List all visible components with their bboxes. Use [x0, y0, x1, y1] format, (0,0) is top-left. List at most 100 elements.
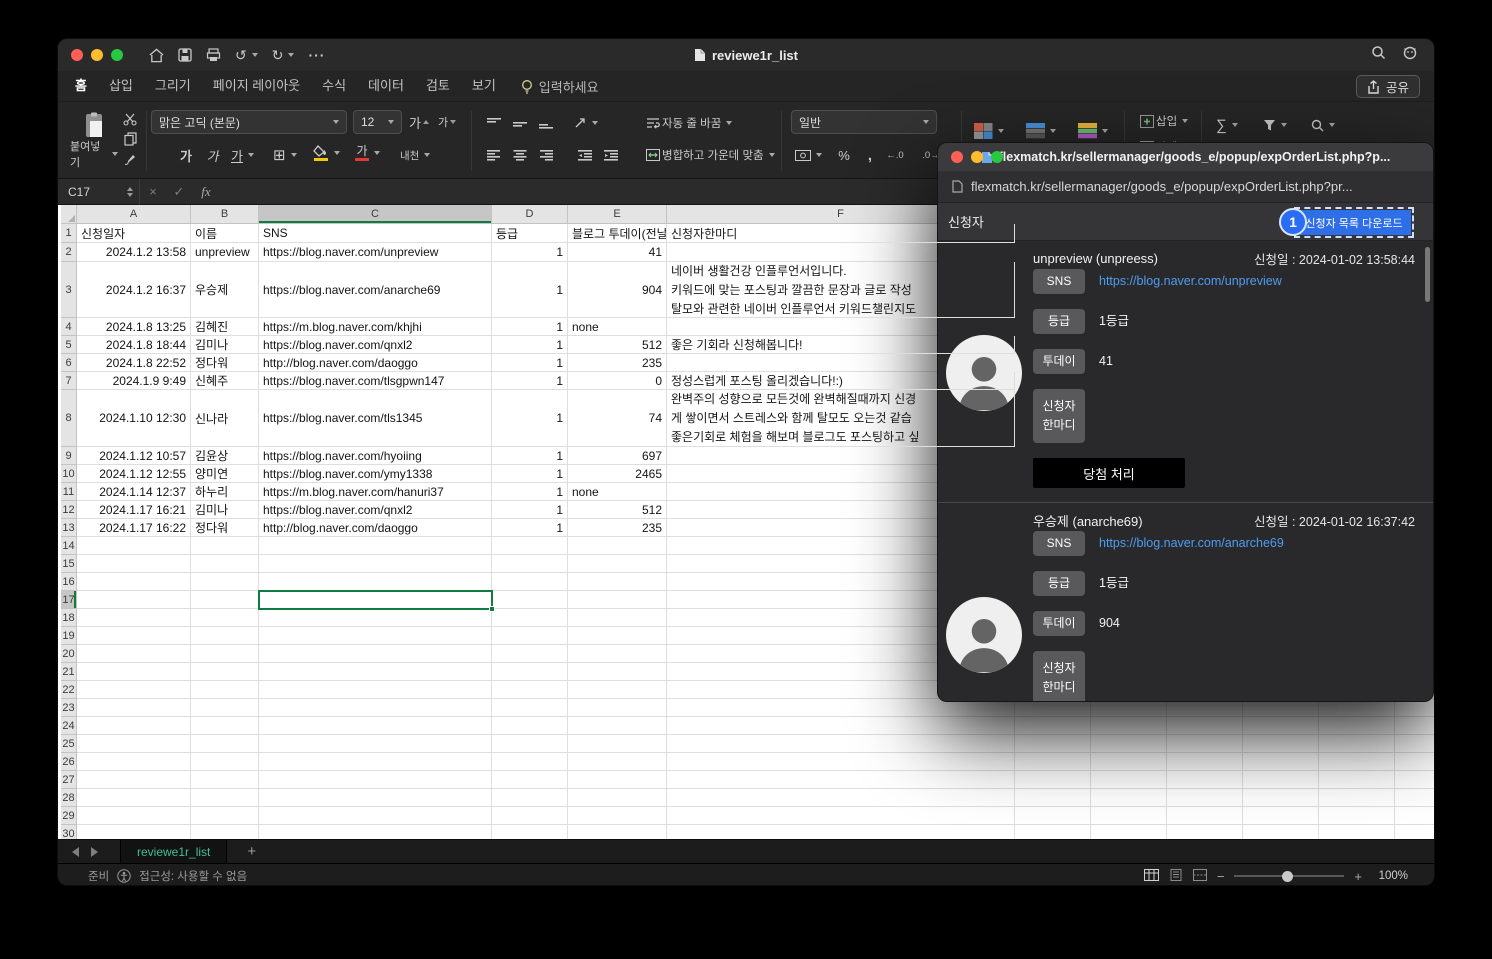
- cell-A16[interactable]: [77, 573, 191, 591]
- cell-C30[interactable]: [259, 825, 492, 839]
- redo-icon[interactable]: ↻: [272, 47, 295, 64]
- cell-K27[interactable]: [1319, 771, 1395, 789]
- cell-F30[interactable]: [667, 825, 1015, 839]
- cell-D19[interactable]: [492, 627, 568, 645]
- cell-E8[interactable]: 74: [568, 390, 667, 447]
- increase-font-button[interactable]: 가: [408, 111, 430, 133]
- row-header-14[interactable]: 14: [61, 537, 77, 555]
- cell-E7[interactable]: 0: [568, 372, 667, 390]
- zoom-in-icon[interactable]: +: [1354, 869, 1362, 884]
- cell-H30[interactable]: [1091, 825, 1167, 839]
- cell-J26[interactable]: [1243, 753, 1319, 771]
- insert-cells-button[interactable]: 삽입: [1140, 110, 1188, 132]
- cell-E14[interactable]: [568, 537, 667, 555]
- align-right-icon[interactable]: [535, 144, 557, 166]
- add-sheet-button[interactable]: +: [247, 840, 256, 864]
- cell-G26[interactable]: [1015, 753, 1091, 771]
- number-format-select[interactable]: 일반: [791, 110, 937, 134]
- cell-B28[interactable]: [191, 789, 259, 807]
- cell-A24[interactable]: [77, 717, 191, 735]
- cell-D21[interactable]: [492, 663, 568, 681]
- cell-F1[interactable]: 신청자한마디: [667, 224, 1015, 243]
- cell-A13[interactable]: 2024.1.17 16:22: [77, 519, 191, 537]
- cell-K25[interactable]: [1319, 735, 1395, 753]
- row-header-1[interactable]: 1: [61, 224, 77, 243]
- share-button[interactable]: 공유: [1356, 75, 1420, 98]
- cell-A15[interactable]: [77, 555, 191, 573]
- cell-B30[interactable]: [191, 825, 259, 839]
- home-icon[interactable]: [149, 48, 164, 63]
- cell-F8[interactable]: 완벽주의 성향으로 모든것에 완벽해질때까지 신경게 쌓이면서 스트레스와 함께…: [667, 390, 1015, 447]
- increase-decimal-button[interactable]: ←.0: [884, 144, 906, 166]
- cell-D27[interactable]: [492, 771, 568, 789]
- column-header-E[interactable]: E: [568, 205, 667, 224]
- cell-B12[interactable]: 김미나: [191, 501, 259, 519]
- cell-C16[interactable]: [259, 573, 492, 591]
- column-header-C[interactable]: C: [259, 205, 492, 224]
- cell-F7[interactable]: 정성스럽게 포스팅 올리겠습니다!:): [667, 372, 1015, 390]
- autosum-button[interactable]: ∑: [1216, 114, 1238, 136]
- cell-D17[interactable]: [492, 591, 568, 609]
- cut-icon[interactable]: [120, 110, 140, 128]
- cell-F25[interactable]: [667, 735, 1015, 753]
- cell-B6[interactable]: 정다워: [191, 354, 259, 372]
- cell-C12[interactable]: https://blog.naver.com/qnxl2: [259, 501, 492, 519]
- cell-G27[interactable]: [1015, 771, 1091, 789]
- cell-A21[interactable]: [77, 663, 191, 681]
- cell-C6[interactable]: http://blog.naver.com/daoggo: [259, 354, 492, 372]
- save-icon[interactable]: [178, 48, 192, 62]
- name-box-stepper[interactable]: [127, 187, 133, 197]
- more-toolbar-icon[interactable]: ···: [308, 47, 325, 63]
- cell-D18[interactable]: [492, 609, 568, 627]
- name-box[interactable]: C17: [58, 179, 140, 205]
- cell-C11[interactable]: https://m.blog.naver.com/hanuri37: [259, 483, 492, 501]
- cell-B22[interactable]: [191, 681, 259, 699]
- cell-C4[interactable]: https://m.blog.naver.com/khjhi: [259, 318, 492, 336]
- page-layout-view-icon[interactable]: [1169, 869, 1183, 884]
- cell-C3[interactable]: https://blog.naver.com/anarche69: [259, 262, 492, 318]
- cell-E11[interactable]: none: [568, 483, 667, 501]
- popup-minimize-button[interactable]: [971, 151, 983, 163]
- tell-me-box[interactable]: 입력하세요: [521, 77, 599, 96]
- column-header-B[interactable]: B: [191, 205, 259, 224]
- cell-K26[interactable]: [1319, 753, 1395, 771]
- cell-C20[interactable]: [259, 645, 492, 663]
- column-header-A[interactable]: A: [77, 205, 191, 224]
- cell-F5[interactable]: 좋은 기회라 신청해봅니다!: [667, 336, 1015, 354]
- cell-D22[interactable]: [492, 681, 568, 699]
- cell-D9[interactable]: 1: [492, 447, 568, 465]
- phonetic-button[interactable]: 내천: [400, 144, 430, 166]
- cell-B1[interactable]: 이름: [191, 224, 259, 243]
- popup-scrollbar[interactable]: [1425, 247, 1430, 302]
- cell-C26[interactable]: [259, 753, 492, 771]
- cell-x29[interactable]: [1395, 807, 1434, 825]
- paste-button[interactable]: 붙여넣기: [70, 108, 118, 172]
- zoom-level[interactable]: 100%: [1372, 870, 1408, 882]
- font-color-button[interactable]: 가: [355, 142, 380, 164]
- cell-A10[interactable]: 2024.1.12 12:55: [77, 465, 191, 483]
- fill-color-button[interactable]: [313, 142, 340, 164]
- row-header-17[interactable]: 17: [61, 591, 77, 609]
- cell-A5[interactable]: 2024.1.8 18:44: [77, 336, 191, 354]
- cell-D2[interactable]: 1: [492, 243, 568, 262]
- cell-A23[interactable]: [77, 699, 191, 717]
- search-icon[interactable]: [1371, 45, 1386, 65]
- cell-E18[interactable]: [568, 609, 667, 627]
- cell-G29[interactable]: [1015, 807, 1091, 825]
- cell-E6[interactable]: 235: [568, 354, 667, 372]
- zoom-out-icon[interactable]: −: [1217, 869, 1225, 884]
- cell-I28[interactable]: [1167, 789, 1243, 807]
- cell-D16[interactable]: [492, 573, 568, 591]
- align-middle-icon[interactable]: [509, 112, 531, 134]
- cell-G28[interactable]: [1015, 789, 1091, 807]
- ribbon-tab-1[interactable]: 홈: [64, 71, 98, 101]
- cell-H26[interactable]: [1091, 753, 1167, 771]
- cell-D30[interactable]: [492, 825, 568, 839]
- sort-filter-button[interactable]: [1263, 114, 1287, 136]
- percent-style-button[interactable]: %: [833, 144, 855, 166]
- row-header-22[interactable]: 22: [61, 681, 77, 699]
- cell-I29[interactable]: [1167, 807, 1243, 825]
- cancel-entry-icon[interactable]: ×: [140, 184, 166, 199]
- cell-B9[interactable]: 김윤상: [191, 447, 259, 465]
- download-applicant-list-button[interactable]: 신청자 목록 다운로드: [1297, 210, 1411, 235]
